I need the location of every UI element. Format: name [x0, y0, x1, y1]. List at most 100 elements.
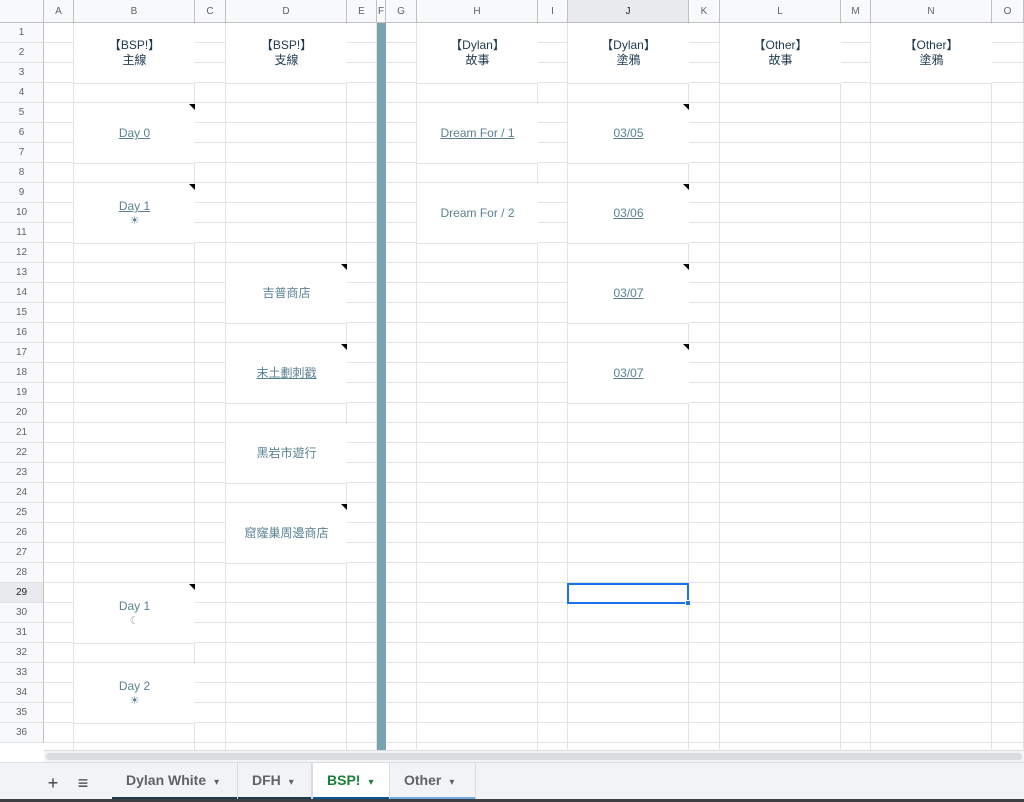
header-cell-h[interactable]: 【Dylan】 故事 — [417, 24, 538, 84]
sheet-tab-bsp[interactable]: BSP! ▾ — [312, 763, 390, 800]
row-header-6[interactable]: 6 — [0, 123, 44, 143]
doodle-0307-second-link[interactable]: 03/07 — [568, 366, 689, 381]
dream-for-1-link[interactable]: Dream For / 1 — [417, 126, 538, 141]
row-header-33[interactable]: 33 — [0, 663, 44, 683]
column-header-d[interactable]: D — [226, 0, 347, 23]
row-header-20[interactable]: 20 — [0, 403, 44, 423]
row-header-2[interactable]: 2 — [0, 43, 44, 63]
cell-h-dream1[interactable]: Dream For / 1 — [417, 104, 538, 164]
cell-d-nest-store[interactable]: 窟窿巢周邊商店 — [226, 504, 347, 564]
column-header-n[interactable]: N — [871, 0, 992, 23]
horizontal-scrollbar[interactable] — [44, 750, 1024, 762]
row-header-14[interactable]: 14 — [0, 283, 44, 303]
jab-link[interactable]: 末土劃刺戳 — [226, 366, 347, 381]
cell-j-0305[interactable]: 03/05 — [568, 104, 689, 164]
all-sheets-menu-icon[interactable]: ≡ — [71, 771, 95, 795]
doodle-0306-link[interactable]: 03/06 — [568, 206, 689, 221]
select-all-corner[interactable] — [0, 0, 44, 23]
sheet-tab-label: BSP! — [327, 772, 361, 788]
frozen-column-divider[interactable] — [377, 23, 386, 750]
chevron-down-icon[interactable]: ▾ — [214, 777, 219, 788]
row-header-25[interactable]: 25 — [0, 503, 44, 523]
day1-link[interactable]: Day 1 — [74, 199, 195, 214]
spreadsheet-grid[interactable]: ABCDEFGHIJKLMNO 1 2 3 4 5 6 7 8 9 10 11 12 13 14 15 16 1… — [0, 0, 1024, 762]
doodle-0307-link[interactable]: 03/07 — [568, 286, 689, 301]
column-header-l[interactable]: L — [720, 0, 841, 23]
column-header-b[interactable]: B — [74, 0, 195, 23]
cell-d-jab[interactable]: 末土劃刺戳 — [226, 344, 347, 404]
row-header-11[interactable]: 11 — [0, 223, 44, 243]
row-header-31[interactable]: 31 — [0, 623, 44, 643]
header-cell-l[interactable]: 【Other】 故事 — [720, 24, 841, 84]
row-header-7[interactable]: 7 — [0, 143, 44, 163]
row-header-24[interactable]: 24 — [0, 483, 44, 503]
row-header-17[interactable]: 17 — [0, 343, 44, 363]
row-header-34[interactable]: 34 — [0, 683, 44, 703]
cell-j-0306[interactable]: 03/06 — [568, 184, 689, 244]
row-header-5[interactable]: 5 — [0, 103, 44, 123]
chevron-down-icon[interactable]: ▾ — [289, 777, 294, 788]
row-header-8[interactable]: 8 — [0, 163, 44, 183]
day0-link[interactable]: Day 0 — [74, 126, 195, 141]
header-cell-d[interactable]: 【BSP!】 支線 — [226, 24, 347, 84]
row-header-30[interactable]: 30 — [0, 603, 44, 623]
row-header-28[interactable]: 28 — [0, 563, 44, 583]
column-header-h[interactable]: H — [417, 0, 538, 23]
row-header-19[interactable]: 19 — [0, 383, 44, 403]
cell-d-parade[interactable]: 黑岩市遊行 — [226, 424, 347, 484]
chevron-down-icon[interactable]: ▾ — [368, 777, 373, 788]
column-gridline — [719, 23, 720, 750]
row-header-36[interactable]: 36 — [0, 723, 44, 743]
column-header-i[interactable]: I — [538, 0, 568, 23]
row-header-27[interactable]: 27 — [0, 543, 44, 563]
row-header-3[interactable]: 3 — [0, 63, 44, 83]
cell-b-day1-sun[interactable]: Day 1 ☀ — [74, 184, 195, 244]
row-header-35[interactable]: 35 — [0, 703, 44, 723]
header-cell-b[interactable]: 【BSP!】 主線 — [74, 24, 195, 84]
row-header-12[interactable]: 12 — [0, 243, 44, 263]
column-header-e[interactable]: E — [347, 0, 377, 23]
header-cell-j[interactable]: 【Dylan】 塗鴉 — [568, 24, 689, 84]
column-header-j[interactable]: J — [568, 0, 689, 23]
row-header-15[interactable]: 15 — [0, 303, 44, 323]
row-header-18[interactable]: 18 — [0, 363, 44, 383]
sheet-tab-dfh[interactable]: DFH ▾ — [238, 763, 312, 800]
row-header-26[interactable]: 26 — [0, 523, 44, 543]
selected-cell-outline[interactable] — [567, 583, 689, 604]
doodle-0305-link[interactable]: 03/05 — [568, 126, 689, 141]
column-header-a[interactable]: A — [44, 0, 74, 23]
row-header-32[interactable]: 32 — [0, 643, 44, 663]
note-indicator — [189, 104, 195, 110]
cell-b-day0[interactable]: Day 0 — [74, 104, 195, 164]
cell-d-jeep-store[interactable]: 吉普商店 — [226, 264, 347, 324]
cell-b-day2[interactable]: Day 2 ☀ — [74, 664, 195, 724]
row-header-9[interactable]: 9 — [0, 183, 44, 203]
column-header-m[interactable]: M — [841, 0, 871, 23]
row-header-1[interactable]: 1 — [0, 23, 44, 43]
cell-j-0307b[interactable]: 03/07 — [568, 344, 689, 404]
sheet-tab-dylan-white[interactable]: Dylan White ▾ — [112, 763, 238, 800]
row-header-21[interactable]: 21 — [0, 423, 44, 443]
cell-b-day1-moon[interactable]: Day 1 ☾ — [74, 584, 195, 644]
row-header-16[interactable]: 16 — [0, 323, 44, 343]
row-header-29[interactable]: 29 — [0, 583, 44, 603]
row-header-22[interactable]: 22 — [0, 443, 44, 463]
column-header-f[interactable]: F — [377, 0, 386, 23]
column-header-k[interactable]: K — [689, 0, 720, 23]
fill-handle[interactable] — [685, 600, 691, 606]
row-header-10[interactable]: 10 — [0, 203, 44, 223]
header-cell-n[interactable]: 【Other】 塗鴉 — [871, 24, 992, 84]
row-header-4[interactable]: 4 — [0, 83, 44, 103]
column-header-g[interactable]: G — [386, 0, 417, 23]
row-header-23[interactable]: 23 — [0, 463, 44, 483]
add-sheet-button[interactable]: + — [41, 771, 65, 795]
row-header-13[interactable]: 13 — [0, 263, 44, 283]
column-header-c[interactable]: C — [195, 0, 226, 23]
horizontal-scrollbar-thumb[interactable] — [46, 753, 1022, 760]
chevron-down-icon[interactable]: ▾ — [449, 777, 454, 788]
cell-j-0307a[interactable]: 03/07 — [568, 264, 689, 324]
nest-store-label: 窟窿巢周邊商店 — [244, 526, 329, 540]
cell-h-dream2[interactable]: Dream For / 2 — [417, 184, 538, 244]
column-header-o[interactable]: O — [992, 0, 1024, 23]
sheet-tab-other[interactable]: Other ▾ — [390, 763, 476, 800]
